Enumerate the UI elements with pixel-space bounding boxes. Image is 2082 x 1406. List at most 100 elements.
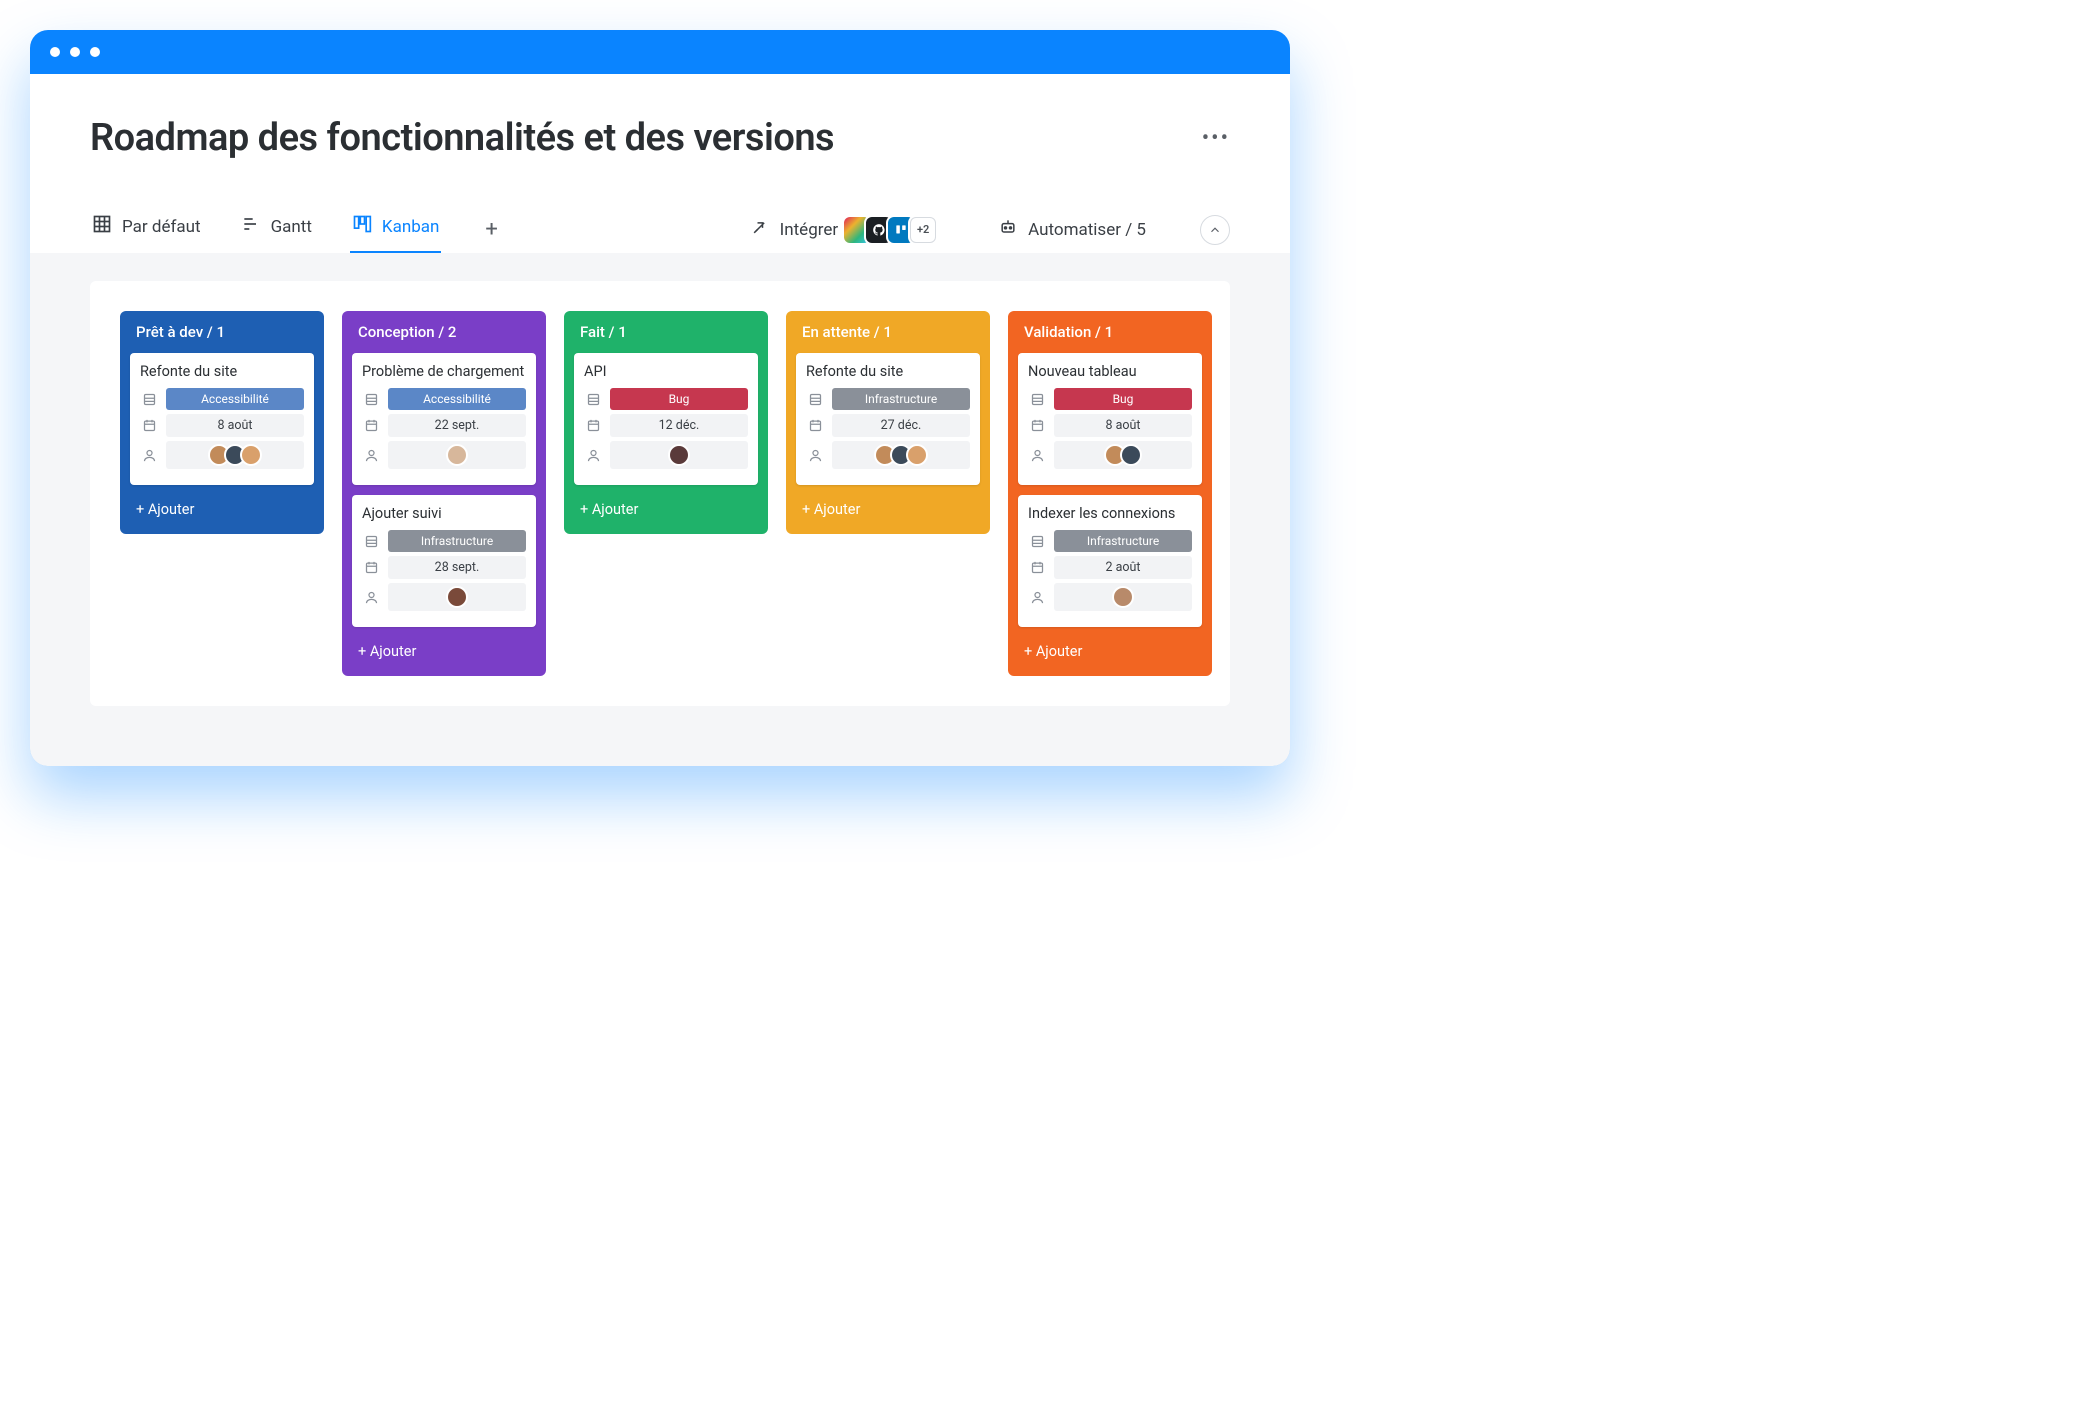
avatar <box>1120 444 1142 466</box>
integrate-button[interactable]: Intégrer +2 <box>750 217 937 243</box>
gantt-icon <box>241 214 261 239</box>
list-icon <box>1028 532 1046 550</box>
add-card-button[interactable]: + Ajouter <box>1008 637 1212 662</box>
card-title: Refonte du site <box>806 363 970 380</box>
calendar-icon <box>806 417 824 435</box>
window-dot <box>90 47 100 57</box>
integration-icons: +2 <box>848 217 936 243</box>
column-title: Fait / 1 <box>564 311 768 353</box>
avatar <box>1112 586 1134 608</box>
kanban-column: Conception / 2Problème de chargementAcce… <box>342 311 546 676</box>
card-date: 28 sept. <box>388 556 526 579</box>
calendar-icon <box>362 417 380 435</box>
calendar-icon <box>362 559 380 577</box>
kanban-column: En attente / 1 Refonte du site Infrastruct… <box>786 311 990 534</box>
avatar <box>240 444 262 466</box>
calendar-icon <box>140 417 158 435</box>
card-assignees <box>1054 441 1192 469</box>
card-tag: Bug <box>610 388 748 410</box>
list-icon <box>362 390 380 408</box>
kanban-column: Fait / 1 API Bug 12 déc. + Ajouter <box>564 311 768 534</box>
card-date: 27 déc. <box>832 414 970 437</box>
app-window: Roadmap des fonctionnalités et des versi… <box>30 30 1290 766</box>
card-assignees <box>388 441 526 469</box>
more-menu-button[interactable]: ••• <box>1202 126 1230 151</box>
card-date: 12 déc. <box>610 414 748 437</box>
user-icon <box>362 446 380 464</box>
card-date: 8 août <box>166 414 304 437</box>
automate-button[interactable]: Automatiser / 5 <box>998 217 1146 242</box>
list-icon <box>806 390 824 408</box>
chevron-up-icon <box>1208 223 1222 237</box>
user-icon <box>584 446 602 464</box>
avatar <box>906 444 928 466</box>
card-assignees <box>388 583 526 611</box>
automate-label: Automatiser / 5 <box>1028 220 1146 240</box>
calendar-icon <box>1028 417 1046 435</box>
kanban-board: Prêt à dev / 1 Refonte du site Accessibili… <box>90 281 1230 706</box>
card-assignees <box>1054 583 1192 611</box>
card-date: 22 sept. <box>388 414 526 437</box>
card-title: API <box>584 363 748 380</box>
integration-more-badge[interactable]: +2 <box>910 217 936 243</box>
kanban-column: Validation / 1Nouveau tableauBug8 aoûtIn… <box>1008 311 1212 676</box>
card-title: Nouveau tableau <box>1028 363 1192 380</box>
kanban-card[interactable]: Indexer les connexions Infrastructure 2 ao… <box>1018 495 1202 627</box>
view-tab-label: Par défaut <box>122 217 201 237</box>
column-title: Conception / 2 <box>342 311 546 353</box>
card-date: 8 août <box>1054 414 1192 437</box>
add-view-button[interactable]: + <box>477 213 505 246</box>
card-tag: Accessibilité <box>388 388 526 410</box>
card-assignees <box>832 441 970 469</box>
kanban-card[interactable]: Refonte du site Infrastructure 27 déc. <box>796 353 980 485</box>
grid-icon <box>92 214 112 239</box>
calendar-icon <box>584 417 602 435</box>
page-title: Roadmap des fonctionnalités et des versi… <box>90 116 834 160</box>
card-title: Ajouter suivi <box>362 505 526 522</box>
card-tag: Infrastructure <box>388 530 526 552</box>
calendar-icon <box>1028 559 1046 577</box>
view-tab-kanban[interactable]: Kanban <box>350 206 441 253</box>
column-title: En attente / 1 <box>786 311 990 353</box>
add-card-button[interactable]: + Ajouter <box>342 637 546 662</box>
card-assignees <box>610 441 748 469</box>
card-tag: Bug <box>1054 388 1192 410</box>
card-tag: Accessibilité <box>166 388 304 410</box>
collapse-button[interactable] <box>1200 215 1230 245</box>
user-icon <box>1028 588 1046 606</box>
view-tab-label: Gantt <box>271 217 312 237</box>
add-card-button[interactable]: + Ajouter <box>564 495 768 520</box>
kanban-column: Prêt à dev / 1 Refonte du site Accessibili… <box>120 311 324 534</box>
avatar <box>446 444 468 466</box>
window-dot <box>70 47 80 57</box>
kanban-card[interactable]: Problème de chargementAccessibilité22 se… <box>352 353 536 485</box>
list-icon <box>140 390 158 408</box>
card-title: Refonte du site <box>140 363 304 380</box>
kanban-card[interactable]: Nouveau tableau Bug 8 août <box>1018 353 1202 485</box>
avatar <box>668 444 690 466</box>
kanban-card[interactable]: API Bug 12 déc. <box>574 353 758 485</box>
plug-icon <box>750 217 770 242</box>
add-card-button[interactable]: + Ajouter <box>120 495 324 520</box>
user-icon <box>806 446 824 464</box>
user-icon <box>140 446 158 464</box>
card-tag: Infrastructure <box>1054 530 1192 552</box>
window-dot <box>50 47 60 57</box>
avatar <box>446 586 468 608</box>
window-titlebar <box>30 30 1290 74</box>
view-tab-gantt[interactable]: Gantt <box>239 206 314 253</box>
card-tag: Infrastructure <box>832 388 970 410</box>
list-icon <box>362 532 380 550</box>
kanban-card[interactable]: Refonte du site Accessibilité 8 août <box>130 353 314 485</box>
view-tab-label: Kanban <box>382 217 439 237</box>
user-icon <box>362 588 380 606</box>
list-icon <box>1028 390 1046 408</box>
view-tab-default[interactable]: Par défaut <box>90 206 203 253</box>
kanban-card[interactable]: Ajouter suivi Infrastructure 28 sept. <box>352 495 536 627</box>
card-date: 2 août <box>1054 556 1192 579</box>
integrate-label: Intégrer <box>780 220 839 240</box>
column-title: Prêt à dev / 1 <box>120 311 324 353</box>
add-card-button[interactable]: + Ajouter <box>786 495 990 520</box>
robot-icon <box>998 217 1018 242</box>
card-title: Indexer les connexions <box>1028 505 1192 522</box>
